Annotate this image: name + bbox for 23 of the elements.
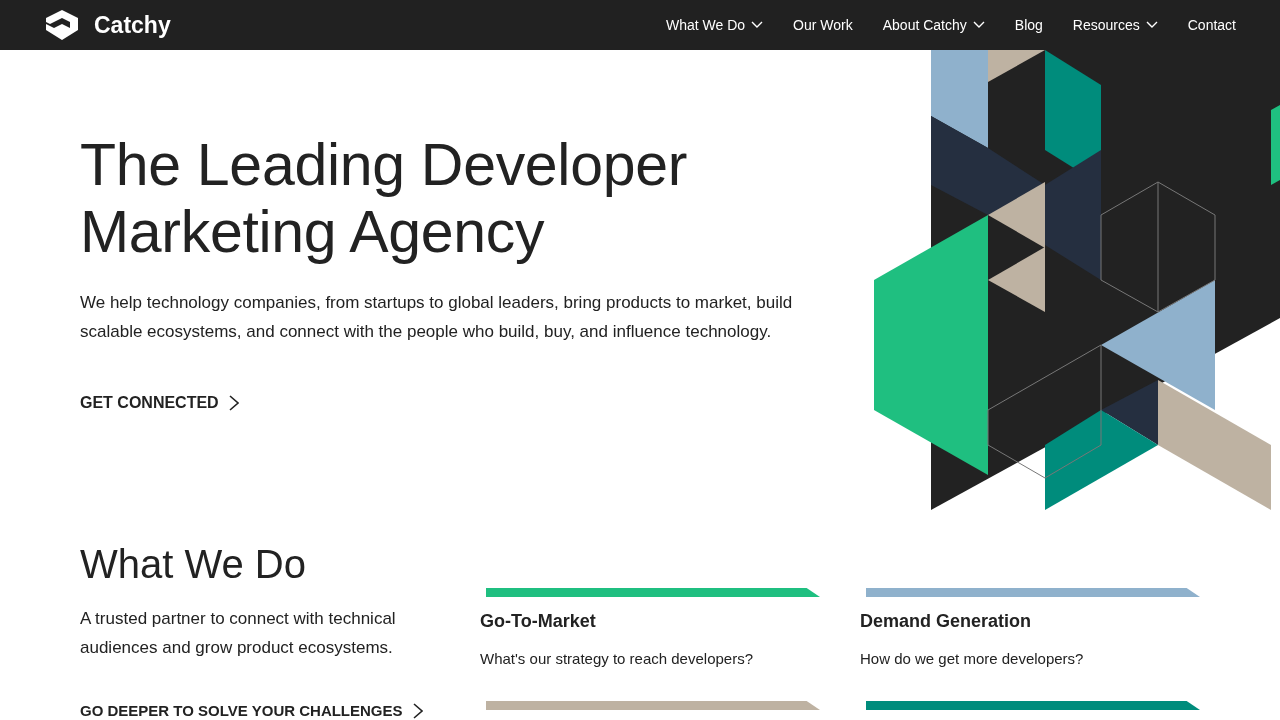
nav-link[interactable]: Blog [1014, 17, 1043, 33]
card-text: What's our strategy to reach developers? [480, 650, 754, 667]
card-text: How do we get more developers? [860, 650, 1085, 667]
nav-link[interactable]: Resources [1072, 17, 1158, 33]
section-heading: What We Do [80, 541, 307, 588]
nav-link[interactable]: Contact [1187, 17, 1236, 33]
chevron-right-icon [412, 702, 423, 719]
brand-name[interactable]: Catchy [94, 11, 171, 39]
go-deeper-link[interactable]: GO DEEPER TO SOLVE YOUR CHALLENGES [80, 702, 423, 719]
chevron-down-icon [1145, 21, 1158, 29]
chevron-right-icon [228, 395, 239, 411]
card-title[interactable]: Demand Generation [860, 611, 1200, 632]
nav-link[interactable]: Our Work [793, 17, 853, 33]
section-text: A trusted partner to connect with technical audiences and grow product ecosystems. [80, 608, 397, 659]
chevron-down-icon [972, 21, 985, 29]
logo-icon[interactable] [44, 10, 80, 40]
get-connected-link[interactable]: GET CONNECTED [80, 394, 239, 412]
chevron-down-icon [751, 21, 764, 29]
nav-link[interactable]: About Catchy [882, 17, 985, 33]
card-title[interactable]: Go-To-Market [480, 611, 820, 632]
hero-text: We help technology companies, from startups to global leaders, bring products to market, build scalable ecosystems, and connect with the people who build, buy, and influence technology. [80, 292, 794, 343]
nav-link[interactable]: What We Do [666, 17, 764, 33]
hero-title: The Leading Developer Marketing Agency [80, 132, 689, 266]
